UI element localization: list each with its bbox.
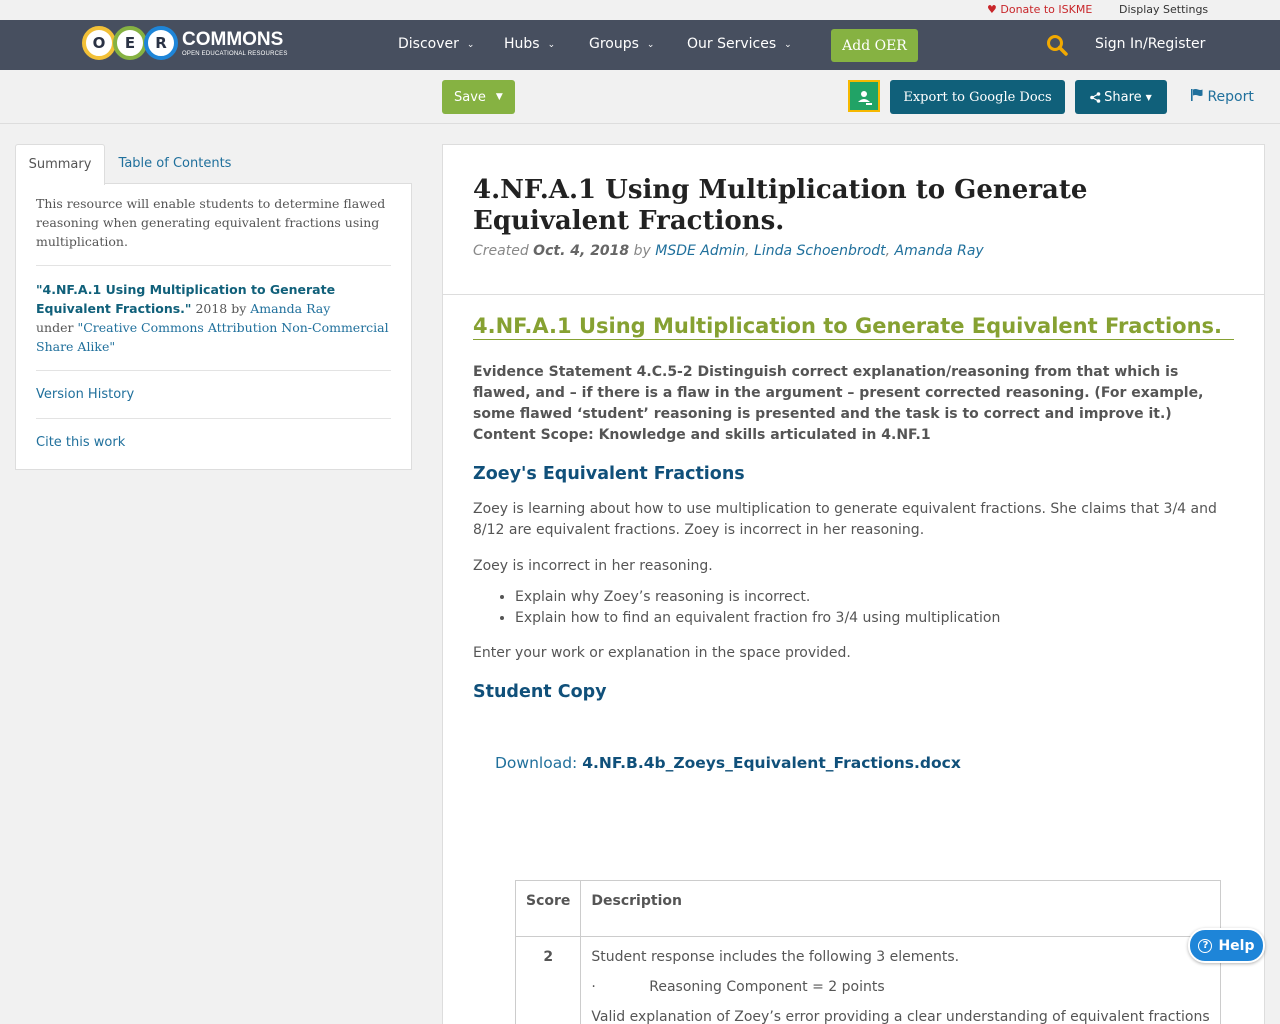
column-header: Score (514, 880, 582, 937)
author-link[interactable]: Amanda Ray (895, 243, 984, 259)
citation-author-link[interactable]: Amanda Ray (250, 301, 330, 316)
subheading-student-copy: Student Copy (473, 682, 607, 702)
subheading-zoeys-fractions: Zoey's Equivalent Fractions (473, 464, 745, 484)
nav-discover[interactable]: Discover ⌄ (398, 36, 474, 52)
oer-commons-logo[interactable]: O E R COMMONS OPEN EDUCATIONAL RESOURCES (82, 25, 288, 61)
table-row: 2 Student response includes the followin… (514, 936, 1221, 1024)
help-button[interactable]: ? Help (1188, 928, 1265, 963)
resource-header: 4.NF.A.1 Using Multiplication to Generat… (443, 145, 1264, 295)
score-cell: 2 (514, 936, 582, 1024)
logo-r-circle: R (144, 26, 178, 60)
section-title: 4.NF.A.1 Using Multiplication to Generat… (473, 314, 1234, 340)
author-link[interactable]: MSDE Admin (655, 243, 745, 259)
search-icon[interactable] (1046, 34, 1068, 56)
task-list: Explain why Zoey’s reasoning is incorrec… (473, 587, 1234, 629)
paragraph: Zoey is incorrect in her reasoning. (473, 558, 713, 574)
summary-text: This resource will enable students to de… (36, 196, 386, 249)
resource-body: 4.NF.A.1 Using Multiplication to Generat… (443, 295, 1264, 772)
download-link[interactable]: Download: 4.NF.B.4b_Zoeys_Equivalent_Fra… (495, 754, 1234, 772)
chevron-down-icon: ⌄ (784, 40, 792, 50)
description-cell: Student response includes the following … (580, 936, 1221, 1024)
question-icon: ? (1198, 938, 1213, 953)
chevron-down-icon: ⌄ (466, 40, 475, 50)
created-date: Oct. 4, 2018 (533, 243, 630, 259)
chevron-down-icon: ⌄ (646, 40, 655, 50)
evidence-statement: Evidence Statement 4.C.5-2 Distinguish c… (473, 364, 1204, 443)
share-icon (1090, 91, 1101, 103)
export-google-docs-button[interactable]: Export to Google Docs (890, 80, 1065, 114)
nav-hubs[interactable]: Hubs ⌄ (504, 36, 555, 52)
table-header-row: Score Description (514, 880, 1221, 937)
resource-toolbar: Save ▼ Export to Google Docs Share ▼ Repor… (0, 70, 1280, 124)
license-link[interactable]: "Creative Commons Attribution Non-Commer… (36, 320, 389, 354)
download-filename[interactable]: 4.NF.B.4b_Zoeys_Equivalent_Fractions.doc… (582, 754, 961, 772)
version-history-link[interactable]: Version History (36, 385, 391, 404)
logo-o-circle: O (82, 26, 116, 60)
paragraph: Zoey is learning about how to use multip… (473, 501, 1217, 538)
nav-our-services[interactable]: Our Services ⌄ (687, 36, 792, 52)
divider (36, 418, 391, 419)
page-title: 4.NF.A.1 Using Multiplication to Generat… (473, 175, 1088, 236)
display-settings-link[interactable]: Display Settings (1119, 3, 1208, 16)
utility-bar: ♥ Donate to ISKME Display Settings (0, 0, 1280, 20)
divider (36, 370, 391, 371)
sign-in-register-link[interactable]: Sign In/Register (1095, 36, 1205, 52)
author-link[interactable]: Linda Schoenbrodt (754, 243, 886, 259)
heart-icon: ♥ (987, 3, 997, 16)
save-button[interactable]: Save ▼ (442, 80, 515, 114)
chevron-down-icon: ⌄ (547, 40, 556, 50)
sidebar-summary-panel: This resource will enable students to de… (15, 183, 412, 470)
byline: Created Oct. 4, 2018 by MSDE Admin, Lind… (473, 243, 984, 259)
donate-link[interactable]: ♥ Donate to ISKME (987, 3, 1092, 16)
caret-down-icon: ▼ (495, 92, 503, 102)
google-classroom-icon[interactable] (848, 80, 880, 112)
rubric-table: Score Description 2 Student response inc… (514, 880, 1221, 1024)
cite-this-work-link[interactable]: Cite this work (36, 433, 391, 452)
main-navbar: O E R COMMONS OPEN EDUCATIONAL RESOURCES… (0, 20, 1280, 70)
logo-e-circle: E (113, 26, 147, 60)
flag-icon (1191, 89, 1203, 101)
citation: "4.NF.A.1 Using Multiplication to Genera… (36, 282, 389, 354)
tab-summary[interactable]: Summary (15, 144, 105, 185)
paragraph: Enter your work or explanation in the sp… (473, 645, 851, 661)
sidebar-tabs: Summary Table of Contents (15, 144, 412, 185)
tab-table-of-contents[interactable]: Table of Contents (105, 144, 245, 184)
report-link[interactable]: Report (1190, 88, 1254, 105)
list-item: Explain why Zoey’s reasoning is incorrec… (515, 587, 1234, 608)
nav-groups[interactable]: Groups ⌄ (589, 36, 654, 52)
add-oer-button[interactable]: Add OER (831, 29, 918, 62)
resource-content: 4.NF.A.1 Using Multiplication to Generat… (442, 144, 1265, 1024)
caret-down-icon: ▼ (1145, 92, 1152, 102)
list-item: Explain how to find an equivalent fracti… (515, 608, 1234, 629)
column-header: Description (580, 880, 1221, 937)
logo-subtext: OPEN EDUCATIONAL RESOURCES (182, 50, 288, 57)
divider (36, 265, 391, 266)
share-button[interactable]: Share ▼ (1075, 80, 1167, 114)
logo-text: COMMONS (182, 28, 284, 50)
